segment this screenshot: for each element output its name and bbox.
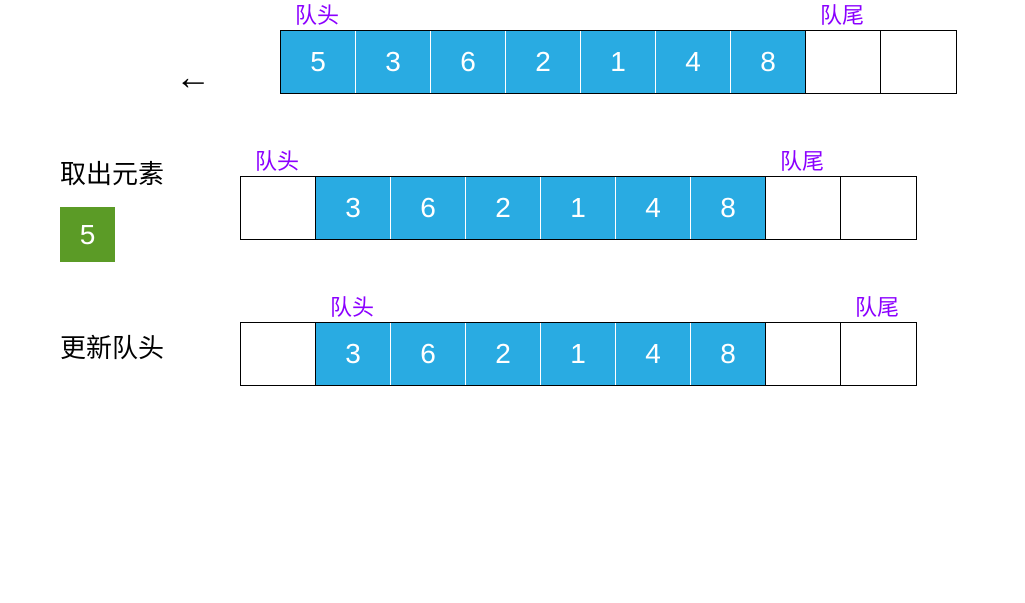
queue-state-after-remove: 取出元素 5 队头 队尾 362148 (20, 154, 1005, 262)
queue-state-update-head: 更新队头 队头 队尾 362148 (20, 322, 1005, 386)
removed-label: 取出元素 (60, 154, 164, 191)
queue-cell: 8 (691, 177, 766, 239)
update-label: 更新队头 (60, 328, 164, 365)
queue-section-2: 队头 队尾 362148 (240, 176, 917, 240)
queue-cell: 5 (281, 31, 356, 93)
queue-cell (241, 177, 316, 239)
queue-cell (766, 323, 841, 385)
queue-cell: 6 (391, 177, 466, 239)
queue-cell: 1 (581, 31, 656, 93)
queue-cell (881, 31, 956, 93)
tail-label-2: 队尾 (780, 144, 824, 176)
diagram-container: ← 队头 队尾 5362148 取出元素 5 队头 队尾 362148 更新队头… (0, 0, 1025, 466)
queue-cell: 4 (616, 177, 691, 239)
queue-3: 362148 (240, 322, 917, 386)
left-panel-3: 更新队头 (20, 328, 240, 381)
tail-label-3: 队尾 (855, 290, 899, 322)
left-panel-2: 取出元素 5 (20, 154, 240, 262)
head-label-3: 队头 (330, 290, 374, 322)
queue-section-1: 队头 队尾 5362148 (280, 30, 957, 94)
head-label-2: 队头 (255, 144, 299, 176)
queue-2: 362148 (240, 176, 917, 240)
queue-cell (766, 177, 841, 239)
queue-cell (806, 31, 881, 93)
head-label-1: 队头 (295, 0, 339, 30)
arrow-left-icon: ← (175, 59, 211, 95)
queue-1: 5362148 (280, 30, 957, 94)
queue-cell: 3 (316, 177, 391, 239)
queue-cell: 3 (316, 323, 391, 385)
queue-cell: 8 (731, 31, 806, 93)
queue-cell: 8 (691, 323, 766, 385)
queue-cell: 1 (541, 177, 616, 239)
queue-cell: 2 (506, 31, 581, 93)
queue-cell: 2 (466, 177, 541, 239)
tail-label-1: 队尾 (820, 0, 864, 30)
removed-element: 5 (60, 207, 115, 262)
queue-cell: 6 (431, 31, 506, 93)
queue-cell: 6 (391, 323, 466, 385)
queue-section-3: 队头 队尾 362148 (240, 322, 917, 386)
queue-cell: 4 (656, 31, 731, 93)
queue-cell: 4 (616, 323, 691, 385)
queue-cell: 1 (541, 323, 616, 385)
queue-cell (241, 323, 316, 385)
queue-cell: 2 (466, 323, 541, 385)
queue-cell (841, 177, 916, 239)
queue-state-initial: ← 队头 队尾 5362148 (20, 30, 1005, 94)
queue-cell: 3 (356, 31, 431, 93)
queue-cell (841, 323, 916, 385)
